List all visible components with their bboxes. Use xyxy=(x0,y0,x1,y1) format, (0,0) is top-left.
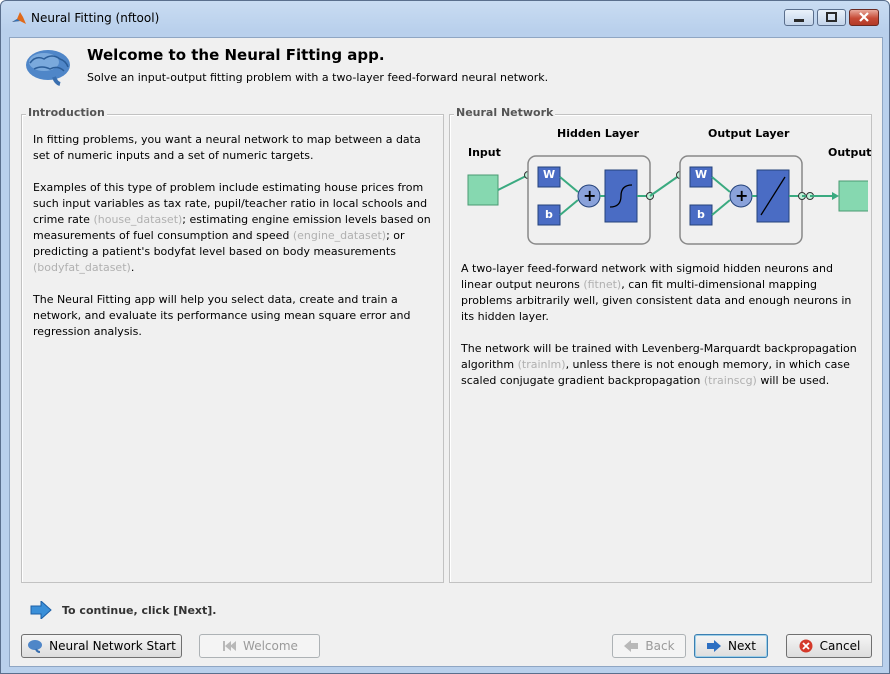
arrow-left-icon xyxy=(624,640,639,652)
network-text: will be used. xyxy=(756,374,830,387)
maximize-button[interactable] xyxy=(817,9,846,26)
arrow-right-icon xyxy=(30,601,52,619)
output-layer-label: Output Layer xyxy=(708,127,790,140)
output-bias-label: b xyxy=(697,208,705,221)
output-block xyxy=(838,180,870,212)
maximize-icon xyxy=(826,12,837,22)
neural-network-legend: Neural Network xyxy=(454,106,556,119)
neural-network-start-label: Neural Network Start xyxy=(49,639,176,653)
fitnet-link[interactable]: (fitnet) xyxy=(583,278,621,291)
intro-paragraph-1: In fitting problems, you want a neural n… xyxy=(33,133,421,162)
minimize-button[interactable] xyxy=(784,9,814,26)
cancel-button[interactable]: Cancel xyxy=(786,634,872,658)
hidden-layer-label: Hidden Layer xyxy=(557,127,639,140)
skip-back-icon xyxy=(223,641,237,651)
dataset-link-bodyfat[interactable]: (bodyfat_dataset) xyxy=(33,261,131,274)
page-subtitle: Solve an input-output fitting problem wi… xyxy=(87,71,549,84)
arrow-right-icon xyxy=(707,640,722,652)
matlab-icon xyxy=(12,12,26,24)
back-button[interactable]: Back xyxy=(612,634,686,658)
page-title: Welcome to the Neural Fitting app. xyxy=(87,46,385,64)
network-diagram: Input Hidden Layer Output Layer Output W… xyxy=(458,127,872,251)
window-title: Neural Fitting (nftool) xyxy=(31,11,160,25)
introduction-panel: Introduction In fitting problems, you wa… xyxy=(21,106,444,583)
network-paragraph-1: A two-layer feed-forward network with si… xyxy=(461,261,865,325)
minimize-icon xyxy=(794,19,804,22)
close-button[interactable] xyxy=(849,9,879,26)
dataset-link-house[interactable]: (house_dataset) xyxy=(93,213,182,226)
intro-paragraph-3: The Neural Fitting app will help you sel… xyxy=(33,293,411,338)
neural-network-start-button[interactable]: Neural Network Start xyxy=(21,634,182,658)
title-bar[interactable]: Neural Fitting (nftool) xyxy=(1,1,889,37)
brain-icon xyxy=(28,640,43,653)
input-block xyxy=(467,174,499,206)
next-label: Next xyxy=(728,639,756,653)
cancel-label: Cancel xyxy=(819,639,861,653)
intro-text: . xyxy=(130,261,135,274)
network-diagram-graphic xyxy=(467,155,870,245)
next-button[interactable]: Next xyxy=(694,634,768,658)
output-label: Output xyxy=(828,146,872,159)
trainlm-link[interactable]: (trainlm) xyxy=(518,358,566,371)
client-area: Welcome to the Neural Fitting app. Solve… xyxy=(9,37,883,667)
continue-hint: To continue, click [Next]. xyxy=(62,604,217,617)
welcome-button[interactable]: Welcome xyxy=(199,634,320,658)
hidden-bias-label: b xyxy=(545,208,553,221)
neural-network-panel: Neural Network Input Hidden Layer Output… xyxy=(449,106,872,583)
cancel-icon xyxy=(799,639,813,653)
brain-icon xyxy=(26,50,70,86)
network-paragraph-2: The network will be trained with Levenbe… xyxy=(461,341,865,389)
intro-paragraph-2: Examples of this type of problem include… xyxy=(33,180,433,276)
hidden-weight-label: W xyxy=(543,168,556,181)
app-window: Neural Fitting (nftool) Welcome to the N… xyxy=(0,0,890,674)
introduction-legend: Introduction xyxy=(26,106,107,119)
trainscg-link[interactable]: (trainscg) xyxy=(704,374,757,387)
hidden-sum-label: + xyxy=(583,186,597,205)
close-icon xyxy=(859,12,869,22)
output-sum-label: + xyxy=(735,186,749,205)
input-label: Input xyxy=(468,146,501,159)
welcome-label: Welcome xyxy=(243,639,298,653)
dataset-link-engine[interactable]: (engine_dataset) xyxy=(293,229,386,242)
output-weight-label: W xyxy=(695,168,708,181)
back-label: Back xyxy=(645,639,675,653)
